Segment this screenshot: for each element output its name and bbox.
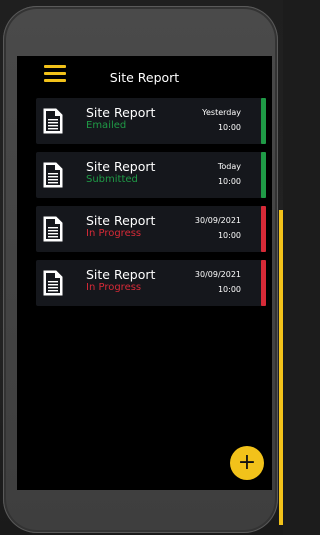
status-indicator <box>261 206 266 252</box>
report-status: Emailed <box>86 120 127 131</box>
document-icon <box>43 108 63 134</box>
report-date: 30/09/2021 <box>194 270 241 279</box>
plus-icon: + <box>237 450 257 475</box>
phone-frame: Site Report Site Report Emailed Yesterda… <box>3 6 278 533</box>
report-title: Site Report <box>86 159 156 174</box>
report-time: 10:00 <box>217 231 241 240</box>
app-screen: Site Report Site Report Emailed Yesterda… <box>17 56 272 490</box>
status-indicator <box>261 260 266 306</box>
document-icon <box>43 270 63 296</box>
report-title: Site Report <box>86 213 156 228</box>
report-time: 10:00 <box>217 177 241 186</box>
add-report-button[interactable]: + <box>230 446 264 480</box>
report-card[interactable]: Site Report In Progress 30/09/2021 10:00 <box>36 206 266 252</box>
document-icon <box>43 162 63 188</box>
page-title: Site Report <box>109 70 180 85</box>
report-title: Site Report <box>86 105 156 120</box>
report-time: 10:00 <box>217 285 241 294</box>
status-indicator <box>261 98 266 144</box>
report-date: Yesterday <box>202 108 241 117</box>
report-card[interactable]: Site Report In Progress 30/09/2021 10:00 <box>36 260 266 306</box>
status-indicator <box>261 152 266 198</box>
document-icon <box>43 216 63 242</box>
accent-strip <box>279 210 283 525</box>
report-status: Submitted <box>86 174 138 185</box>
report-date: 30/09/2021 <box>194 216 241 225</box>
report-card[interactable]: Site Report Submitted Today 10:00 <box>36 152 266 198</box>
report-date: Today <box>217 162 241 171</box>
report-title: Site Report <box>86 267 156 282</box>
report-time: 10:00 <box>217 123 241 132</box>
report-status: In Progress <box>86 282 142 293</box>
app-bar: Site Report <box>17 56 272 94</box>
report-card[interactable]: Site Report Emailed Yesterday 10:00 <box>36 98 266 144</box>
report-status: In Progress <box>86 228 142 239</box>
